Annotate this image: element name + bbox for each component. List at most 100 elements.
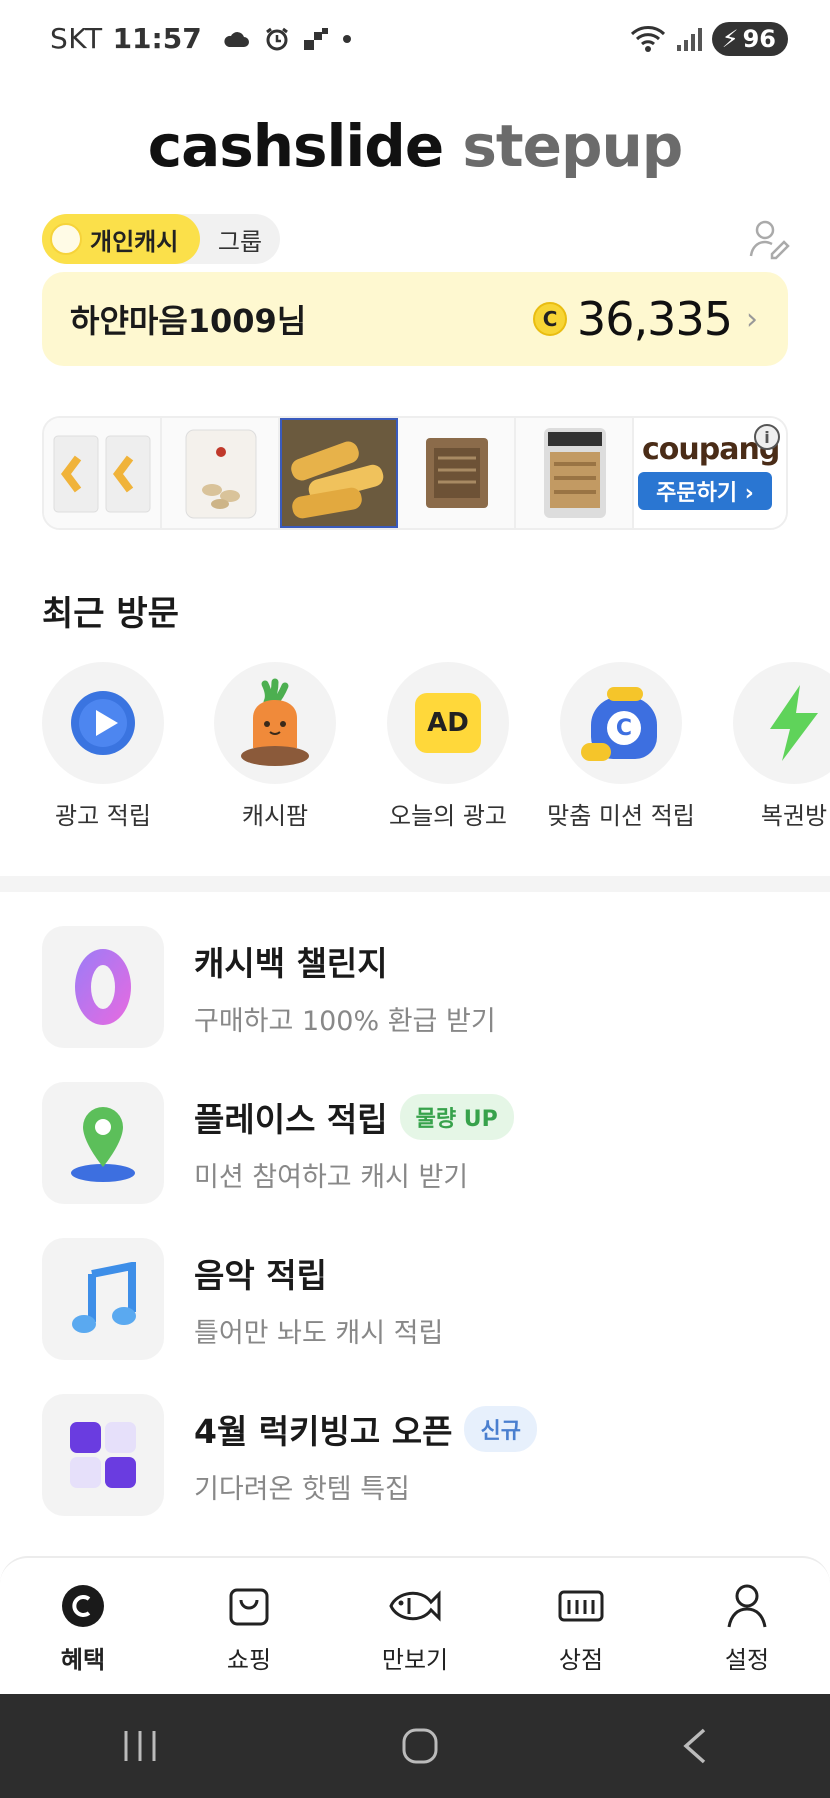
product-box-icon [426, 438, 488, 508]
recent-item-ad-earn[interactable]: 광고 적립 [13, 662, 193, 831]
menu-subtitle: 기다려온 핫템 특집 [194, 1473, 410, 1505]
ad-product-image[interactable] [516, 418, 634, 528]
menu-title: 플레이스 적립 [194, 1099, 388, 1139]
nav-shopping[interactable]: 쇼핑 [166, 1558, 332, 1694]
toggle-knob [50, 223, 82, 255]
bingo-grid-icon [70, 1422, 136, 1488]
carrot-icon [241, 678, 309, 766]
clock: 11:57 [112, 22, 202, 55]
store-icon [558, 1590, 604, 1622]
recent-item-lottery[interactable]: 복권방 [704, 662, 830, 831]
ad-icon: AD [415, 693, 481, 753]
location-pin-icon [71, 1107, 135, 1182]
volume-up-badge: 물량 UP [399, 1093, 514, 1140]
zero-icon [75, 949, 131, 1025]
alarm-icon [265, 27, 288, 50]
menu-subtitle: 틀어만 놔도 캐시 적립 [194, 1317, 444, 1349]
product-food-icon [282, 420, 396, 526]
nav-label: 만보기 [381, 1646, 449, 1674]
music-note-icon [72, 1262, 136, 1333]
battery-indicator: ⚡ 96 [711, 22, 788, 56]
status-bar: SKT 11:57 ⚡ 96 [0, 0, 830, 78]
home-icon[interactable] [400, 1726, 440, 1766]
recent-icon-bg: AD [387, 662, 509, 784]
menu-lucky-bingo[interactable]: 4월 럭키빙고 오픈 신규 기다려온 핫템 특집 [42, 1394, 802, 1516]
ad-product-image[interactable] [162, 418, 280, 528]
section-divider [0, 876, 830, 892]
product-bag-icon [185, 429, 257, 519]
menu-cashback-challenge[interactable]: 캐시백 챌린지 구매하고 100% 환급 받기 [42, 926, 802, 1048]
data-icon [303, 27, 328, 50]
product-pack-icon [544, 428, 606, 518]
play-icon [71, 691, 135, 755]
menu-icon-bg [42, 926, 164, 1048]
system-nav-bar [0, 1694, 830, 1798]
nav-pedometer[interactable]: 만보기 [332, 1558, 498, 1694]
benefit-coin-icon [62, 1585, 104, 1627]
product-package-icon [53, 435, 151, 513]
recent-label: 오늘의 광고 [388, 802, 508, 830]
status-right: ⚡ 96 [630, 22, 788, 56]
recent-icon-bg [42, 662, 164, 784]
menu-subtitle: 미션 참여하고 캐시 받기 [194, 1161, 469, 1193]
battery-level: 96 [742, 25, 776, 53]
cash-amount: 36,335 [577, 292, 733, 346]
nav-store[interactable]: 상점 [498, 1558, 664, 1694]
recent-label: 캐시팜 [241, 802, 309, 830]
menu-icon-bg [42, 1238, 164, 1360]
ad-product-image[interactable] [44, 418, 162, 528]
carrier-label: SKT [50, 22, 103, 55]
menu-subtitle: 구매하고 100% 환급 받기 [194, 1005, 496, 1037]
recent-label: 맞춤 미션 적립 [547, 802, 695, 830]
app-logo: cashslide stepup [0, 112, 830, 180]
recent-label: 복권방 [760, 802, 828, 830]
recent-item-cashfarm[interactable]: 캐시팜 [185, 662, 365, 831]
user-name: 하얀마음1009님 [70, 302, 307, 340]
nav-label: 쇼핑 [226, 1646, 272, 1674]
nav-label: 혜택 [60, 1646, 106, 1674]
wifi-icon [630, 26, 665, 52]
cloud-icon [224, 31, 249, 47]
pedometer-fish-icon [389, 1590, 441, 1622]
ad-banner[interactable]: coupang 주문하기 › i [42, 416, 788, 530]
cash-type-toggle[interactable]: 개인캐시 그룹 [42, 214, 280, 264]
dot-icon [342, 34, 351, 43]
menu-music-earn[interactable]: 음악 적립 틀어만 놔도 캐시 적립 [42, 1238, 802, 1360]
toggle-personal[interactable]: 개인캐시 [42, 214, 200, 264]
edit-profile-icon[interactable] [748, 218, 790, 260]
status-left: SKT 11:57 [50, 22, 352, 55]
back-icon[interactable] [680, 1726, 710, 1766]
ad-product-image[interactable] [398, 418, 516, 528]
coupang-ad[interactable]: coupang 주문하기 › i [634, 418, 786, 528]
order-button[interactable]: 주문하기 › [638, 472, 772, 510]
signal-icon [676, 28, 702, 51]
coin-bag-icon: C [581, 683, 661, 763]
recent-apps-icon[interactable] [120, 1729, 160, 1763]
recent-visits-row: 광고 적립 캐시팜 AD 오늘의 광고 C 맞춤 미션 적립 복권방 [0, 662, 830, 832]
toggle-personal-label: 개인캐시 [90, 227, 179, 256]
bottom-nav: 혜택 쇼핑 만보기 상점 설정 [0, 1556, 830, 1694]
cash-balance-card[interactable]: 하얀마음1009님 C 36,335 › [42, 272, 788, 366]
menu-icon-bg [42, 1082, 164, 1204]
recent-icon-bg: C [560, 662, 682, 784]
coin-bag-letter: C [607, 711, 641, 745]
menu-title: 캐시백 챌린지 [194, 943, 388, 983]
nav-label: 상점 [558, 1646, 604, 1674]
info-icon[interactable]: i [754, 424, 780, 450]
menu-icon-bg [42, 1394, 164, 1516]
toggle-group[interactable]: 그룹 [200, 222, 280, 257]
menu-place-earn[interactable]: 플레이스 적립 물량 UP 미션 참여하고 캐시 받기 [42, 1082, 802, 1204]
recent-item-custom-mission[interactable]: C 맞춤 미션 적립 [531, 662, 711, 831]
ad-product-image-selected[interactable] [280, 418, 398, 528]
chevron-right-icon: › [746, 301, 758, 337]
recent-visits-title: 최근 방문 [42, 594, 179, 634]
recent-item-today-ad[interactable]: AD 오늘의 광고 [358, 662, 538, 831]
nav-label: 설정 [724, 1646, 770, 1674]
toggle-group-label: 그룹 [217, 227, 263, 256]
ad-icon-text: AD [427, 708, 469, 738]
nav-benefit[interactable]: 혜택 [0, 1558, 166, 1694]
menu-title: 4월 럭키빙고 오픈 [194, 1411, 453, 1451]
nav-settings[interactable]: 설정 [664, 1558, 830, 1694]
shopping-bag-icon [229, 1588, 269, 1626]
recent-icon-bg [214, 662, 336, 784]
